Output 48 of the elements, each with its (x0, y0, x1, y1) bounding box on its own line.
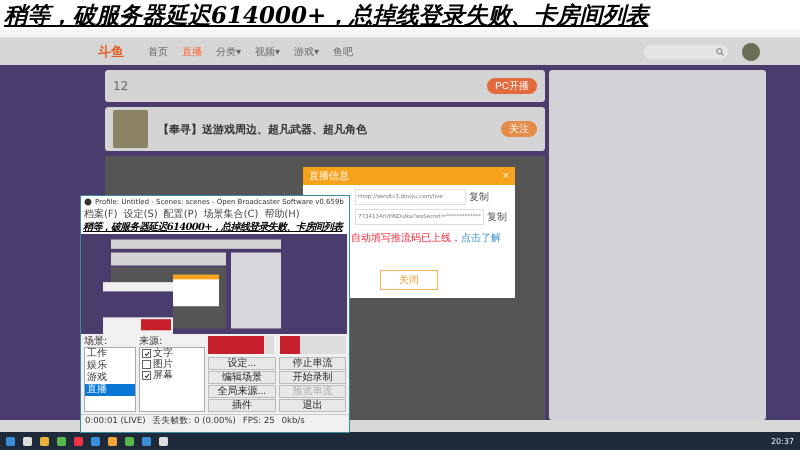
learn-more-link[interactable]: 点击了解 (461, 231, 501, 245)
menu-item[interactable]: 设定(S) (124, 207, 158, 221)
obs-button[interactable]: 插件 (208, 399, 276, 412)
obs-button[interactable]: 编辑场景 (208, 371, 276, 384)
scene-item[interactable]: 游戏 (85, 372, 135, 384)
room-title: 【奉寻】送游戏周边、超凡武器、超凡角色 (158, 122, 367, 136)
nav-item[interactable]: 首页 (148, 44, 168, 58)
obs-button[interactable]: 退出 (278, 399, 346, 412)
search-icon (716, 48, 724, 56)
obs-logo-icon (84, 198, 92, 206)
copy-link[interactable]: 复制 (487, 210, 508, 224)
source-label: 屏幕 (153, 370, 173, 381)
checkbox[interactable] (142, 371, 151, 380)
status-text: 0kb/s (282, 416, 305, 426)
follow-count: 12 (113, 79, 128, 93)
nav-item[interactable]: 视频▾ (255, 44, 280, 58)
clock: 20:37 (770, 436, 794, 446)
copy-link[interactable]: 复制 (469, 190, 489, 204)
obs-button[interactable]: 设定... (208, 357, 276, 370)
scene-item[interactable]: 工作 (85, 348, 135, 360)
avatar[interactable] (742, 42, 760, 60)
sources-label: 来源: (139, 336, 164, 347)
room-thumbnail (113, 110, 148, 148)
nav-item[interactable]: 游戏▾ (294, 44, 320, 58)
scene-item[interactable]: 娱乐 (85, 360, 135, 372)
scene-item[interactable]: 直播 (85, 384, 135, 396)
menu-item[interactable]: 帮助(H) (264, 207, 300, 221)
nav-item[interactable]: 分类▾ (216, 44, 242, 58)
scenes-label: 场景: (84, 336, 108, 347)
menu-item[interactable]: 场景集合(C) (204, 207, 258, 221)
obs-button[interactable]: 停止串流 (278, 357, 346, 370)
obs-button[interactable]: 全局来源... (208, 385, 276, 398)
source-label: 文字 (153, 348, 173, 359)
status-text: 0:00:01 (LIVE) (85, 416, 146, 426)
menu-item[interactable]: 配置(P) (164, 207, 198, 221)
notice-text: 自动填写推流码已上线， (351, 232, 461, 245)
overlay-text: 稍等，破服务器延迟614000+，总掉线登录失败、卡房间列表 (83, 220, 342, 234)
obs-button[interactable]: 开始录制 (278, 371, 346, 384)
checkbox[interactable] (142, 360, 151, 369)
dialog-title: 直播信息 (309, 170, 349, 183)
status-text: FPS: 25 (242, 416, 275, 426)
menu-item[interactable]: 档案(F) (84, 207, 118, 221)
nav-item[interactable]: 鱼吧 (333, 44, 354, 58)
banner-text: 稍等，破服务器延迟614000+，总掉线登录失败、卡房间列表 (4, 0, 648, 30)
search-field[interactable] (644, 44, 728, 58)
status-text: 丢失帧数: 0 (0.00%) (152, 415, 236, 427)
checkbox[interactable] (142, 349, 151, 358)
source-label: 图片 (153, 359, 173, 370)
